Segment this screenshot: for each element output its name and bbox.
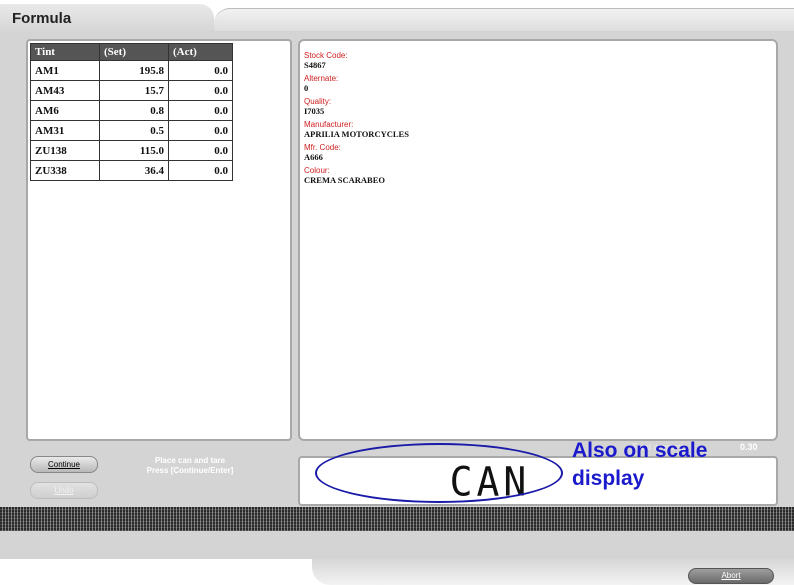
tint-table-panel: Tint (Set) (Act) AM1 195.8 0.0 AM43 15.7…: [26, 39, 292, 441]
title-bar-strip: [214, 8, 794, 32]
table-row: ZU338 36.4 0.0: [30, 160, 233, 181]
table-row: AM1 195.8 0.0: [30, 60, 233, 81]
stock-code-label: Stock Code:: [304, 51, 348, 60]
actual-amount: 0.0: [168, 80, 233, 101]
window-title: Formula: [12, 10, 72, 27]
formula-window: Formula Tint (Set) (Act) AM1 195.8 0.0 A…: [0, 0, 794, 585]
progress-stripes: [0, 507, 794, 531]
manufacturer-label: Manufacturer:: [304, 120, 354, 129]
col-header-tint: Tint: [30, 43, 100, 61]
quality-label: Quality:: [304, 97, 332, 106]
actual-amount: 0.0: [168, 140, 233, 161]
quality-value: I7035: [304, 106, 325, 116]
abort-button[interactable]: Abort: [688, 568, 774, 584]
table-row: ZU138 115.0 0.0: [30, 140, 233, 161]
actual-amount: 0.0: [168, 60, 233, 81]
tint-name: ZU138: [30, 140, 100, 161]
title-bar: Formula: [0, 0, 794, 32]
instruction-line-1: Place can and tare: [154, 456, 226, 465]
set-amount: 115.0: [99, 140, 169, 161]
callout-line-2: display: [572, 467, 645, 490]
colour-value: CREMA SCARABEO: [304, 175, 385, 185]
continue-button[interactable]: Continue: [30, 456, 98, 473]
tint-name: ZU338: [30, 160, 100, 181]
set-amount: 0.5: [99, 120, 169, 141]
tint-table: Tint (Set) (Act) AM1 195.8 0.0 AM43 15.7…: [30, 43, 233, 181]
set-amount: 36.4: [99, 160, 169, 181]
table-row: AM43 15.7 0.0: [30, 80, 233, 101]
set-amount: 15.7: [99, 80, 169, 101]
title-tab: Formula: [0, 4, 214, 31]
formula-info-panel: Stock Code: S4867 Alternate: 0 Quality: …: [298, 39, 778, 441]
colour-label: Colour:: [304, 166, 330, 175]
stock-code-value: S4867: [304, 60, 326, 70]
set-amount: 195.8: [99, 60, 169, 81]
instructions: Place can and tare Press [Continue/Enter…: [115, 456, 265, 476]
formula-info: Stock Code: S4867 Alternate: 0 Quality: …: [304, 47, 409, 185]
col-header-act: (Act): [168, 43, 233, 61]
annotation-callout: Also on scale display: [572, 437, 787, 493]
tint-name: AM6: [30, 100, 100, 121]
tint-name: AM31: [30, 120, 100, 141]
table-row: AM6 0.8 0.0: [30, 100, 233, 121]
highlight-ellipse: [315, 443, 563, 503]
actual-amount: 0.0: [168, 160, 233, 181]
mfr-code-label: Mfr. Code:: [304, 143, 341, 152]
alternate-value: 0: [304, 83, 309, 93]
tint-table-header: Tint (Set) (Act): [30, 43, 233, 61]
manufacturer-value: APRILIA MOTORCYCLES: [304, 129, 409, 139]
instruction-line-2: Press [Continue/Enter]: [146, 466, 234, 475]
tint-name: AM1: [30, 60, 100, 81]
tint-name: AM43: [30, 80, 100, 101]
col-header-set: (Set): [99, 43, 169, 61]
actual-amount: 0.0: [168, 120, 233, 141]
mfr-code-value: A666: [304, 152, 323, 162]
table-row: AM31 0.5 0.0: [30, 120, 233, 141]
set-amount: 0.8: [99, 100, 169, 121]
callout-line-1: Also on scale: [572, 439, 708, 462]
actual-amount: 0.0: [168, 100, 233, 121]
undo-button[interactable]: Undo: [30, 482, 98, 499]
alternate-label: Alternate:: [304, 74, 339, 83]
